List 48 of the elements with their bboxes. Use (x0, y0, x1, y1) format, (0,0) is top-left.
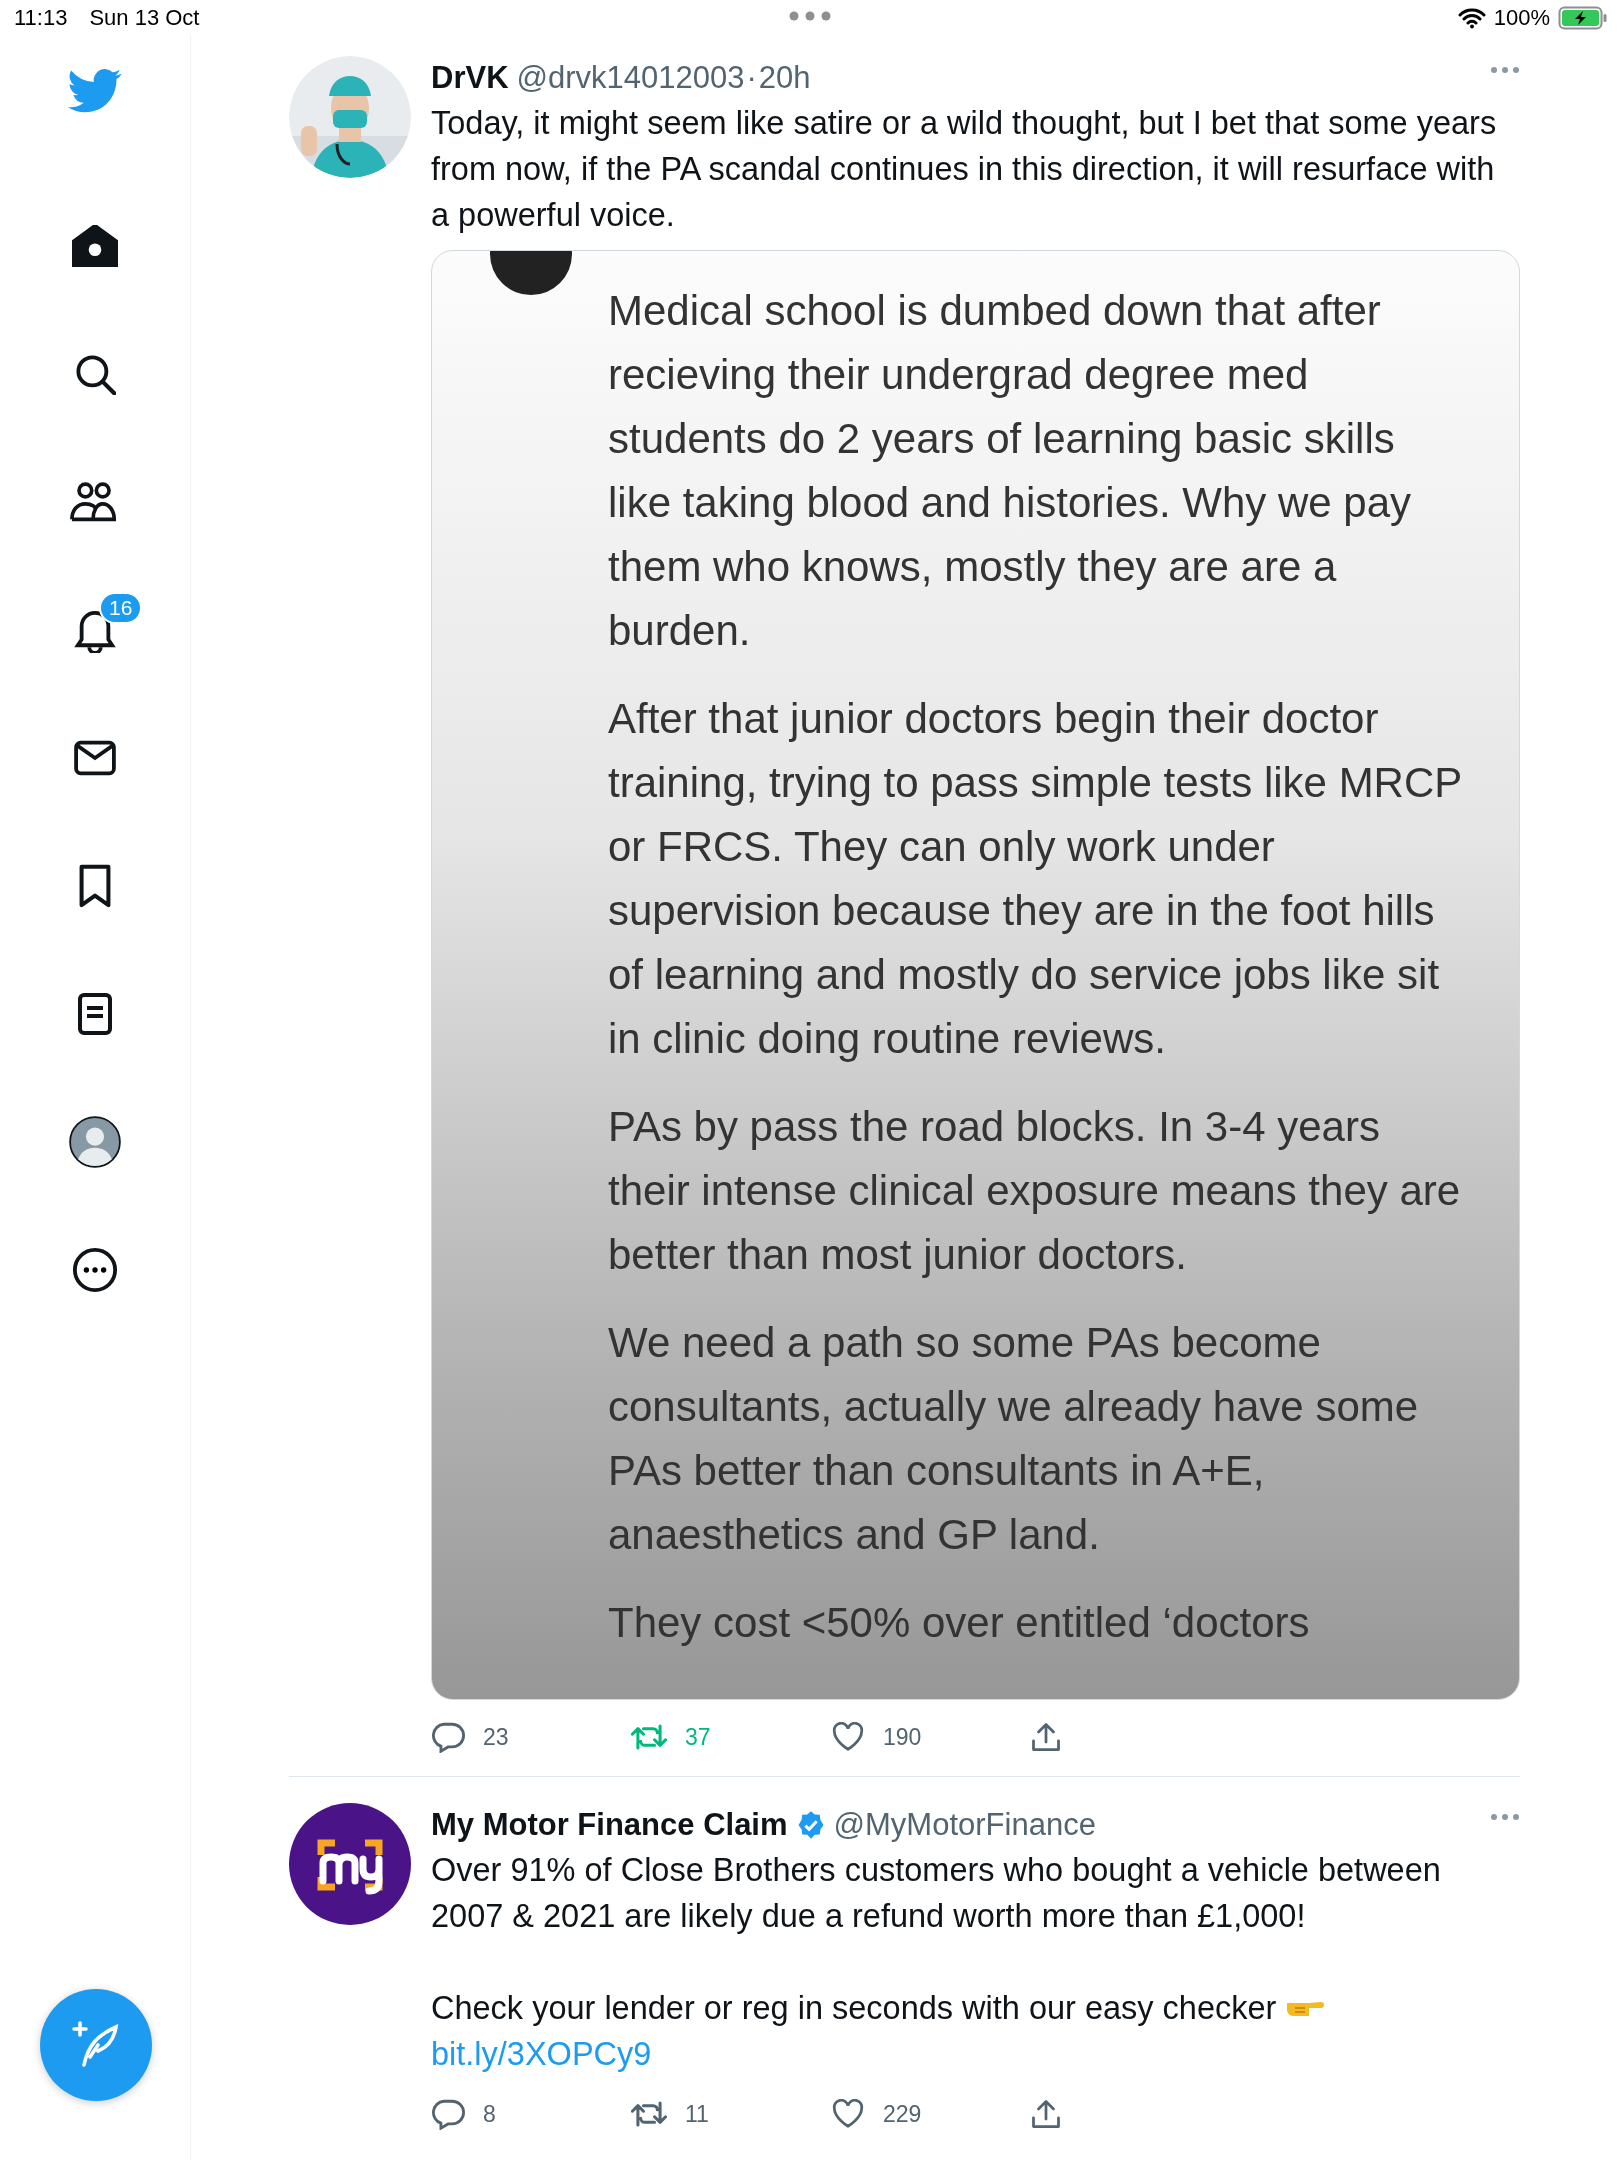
author-name[interactable]: My Motor Finance Claim (431, 1807, 788, 1843)
heart-icon[interactable] (831, 1722, 865, 1752)
home-icon[interactable] (72, 225, 118, 267)
separator-dot: · (746, 60, 757, 96)
bookmark-icon[interactable] (77, 863, 113, 909)
list-icon[interactable] (76, 992, 114, 1036)
share-icon[interactable] (1031, 1722, 1061, 1752)
reply-count: 23 (483, 1723, 509, 1751)
reply-bubble-icon[interactable] (431, 2098, 465, 2130)
retweet-icon[interactable] (631, 2100, 667, 2128)
retweet-count: 37 (685, 1723, 711, 1751)
author-name[interactable]: DrVK (431, 60, 509, 96)
share-icon[interactable] (1031, 2099, 1061, 2129)
screenshot-paragraph: After that junior doctors begin their doctor training, trying to pass simple tests like MRCP or FRCS. They can only work under supervision because they are in the foot hills of learning and mostly do service jobs like sit in clinic doing routine reviews. (608, 694, 1463, 1064)
bird-logo-icon[interactable] (68, 68, 122, 114)
retweet-count: 11 (685, 2100, 709, 2128)
more-options-icon[interactable] (1490, 66, 1520, 74)
more-icon[interactable] (72, 1247, 118, 1293)
search-icon[interactable] (74, 353, 116, 395)
wifi-icon (1457, 7, 1486, 29)
compose-button[interactable] (40, 1989, 152, 2101)
author-handle[interactable]: @drvk14012003 (516, 60, 745, 96)
like-count: 190 (883, 1723, 922, 1751)
battery-percent: 100% (1493, 5, 1550, 31)
avatar-icon[interactable] (69, 1116, 121, 1168)
reply-bubble-icon[interactable] (431, 1721, 465, 1753)
tweet-time: 20h (758, 60, 811, 96)
author-handle[interactable]: @MyMotorFinance (833, 1807, 1096, 1843)
notification-count-badge: 16 (99, 592, 143, 624)
screenshot-paragraph: We need a path so some PAs become consultants, actually we already have some PAs better than consultants in A+E, anaesthetics and GP land. (608, 1318, 1420, 1560)
logo-icon (289, 1803, 411, 1925)
embedded-screenshot[interactable] (431, 250, 1520, 1700)
screenshot-paragraph: Medical school is dumbed down that after recieving their undergrad degree med students do 2 years of learning basic skills like taking blood and histories. Why we pay them who knows, mostly they are are a burden. (608, 286, 1413, 656)
battery-charging-icon (1558, 6, 1608, 30)
envelope-icon[interactable] (73, 740, 117, 776)
reply-count: 8 (483, 2100, 496, 2128)
like-count: 229 (883, 2100, 922, 2128)
tweet-text: Today, it might seem like satire or a wild thought, but I bet that some years from now, if the PA scandal continues in this direction, it will resurface with a powerful voice. (431, 105, 1497, 233)
status-date: Sun 13 Oct (89, 5, 200, 31)
more-options-icon[interactable] (1490, 1813, 1520, 1821)
screenshot-paragraph: PAs by pass the road blocks. In 3-4 years their intense clinical exposure means they are better than most junior doctors. (608, 1102, 1462, 1280)
tweet-text: Check your lender or reg in seconds with our easy checker (431, 1990, 1277, 2026)
feather-plus-icon (72, 2021, 120, 2069)
heart-icon[interactable] (831, 2099, 865, 2129)
tweet-text: Over 91% of Close Brothers customers who bought a vehicle between 2007 & 2021 are likely due a refund worth more than £1,000! (431, 1852, 1441, 1934)
screenshot-paragraph: They cost <50% over entitled ‘doctors (608, 1598, 1311, 1648)
status-time: 11:13 (14, 5, 68, 31)
multitasking-dots-icon[interactable] (788, 10, 832, 22)
